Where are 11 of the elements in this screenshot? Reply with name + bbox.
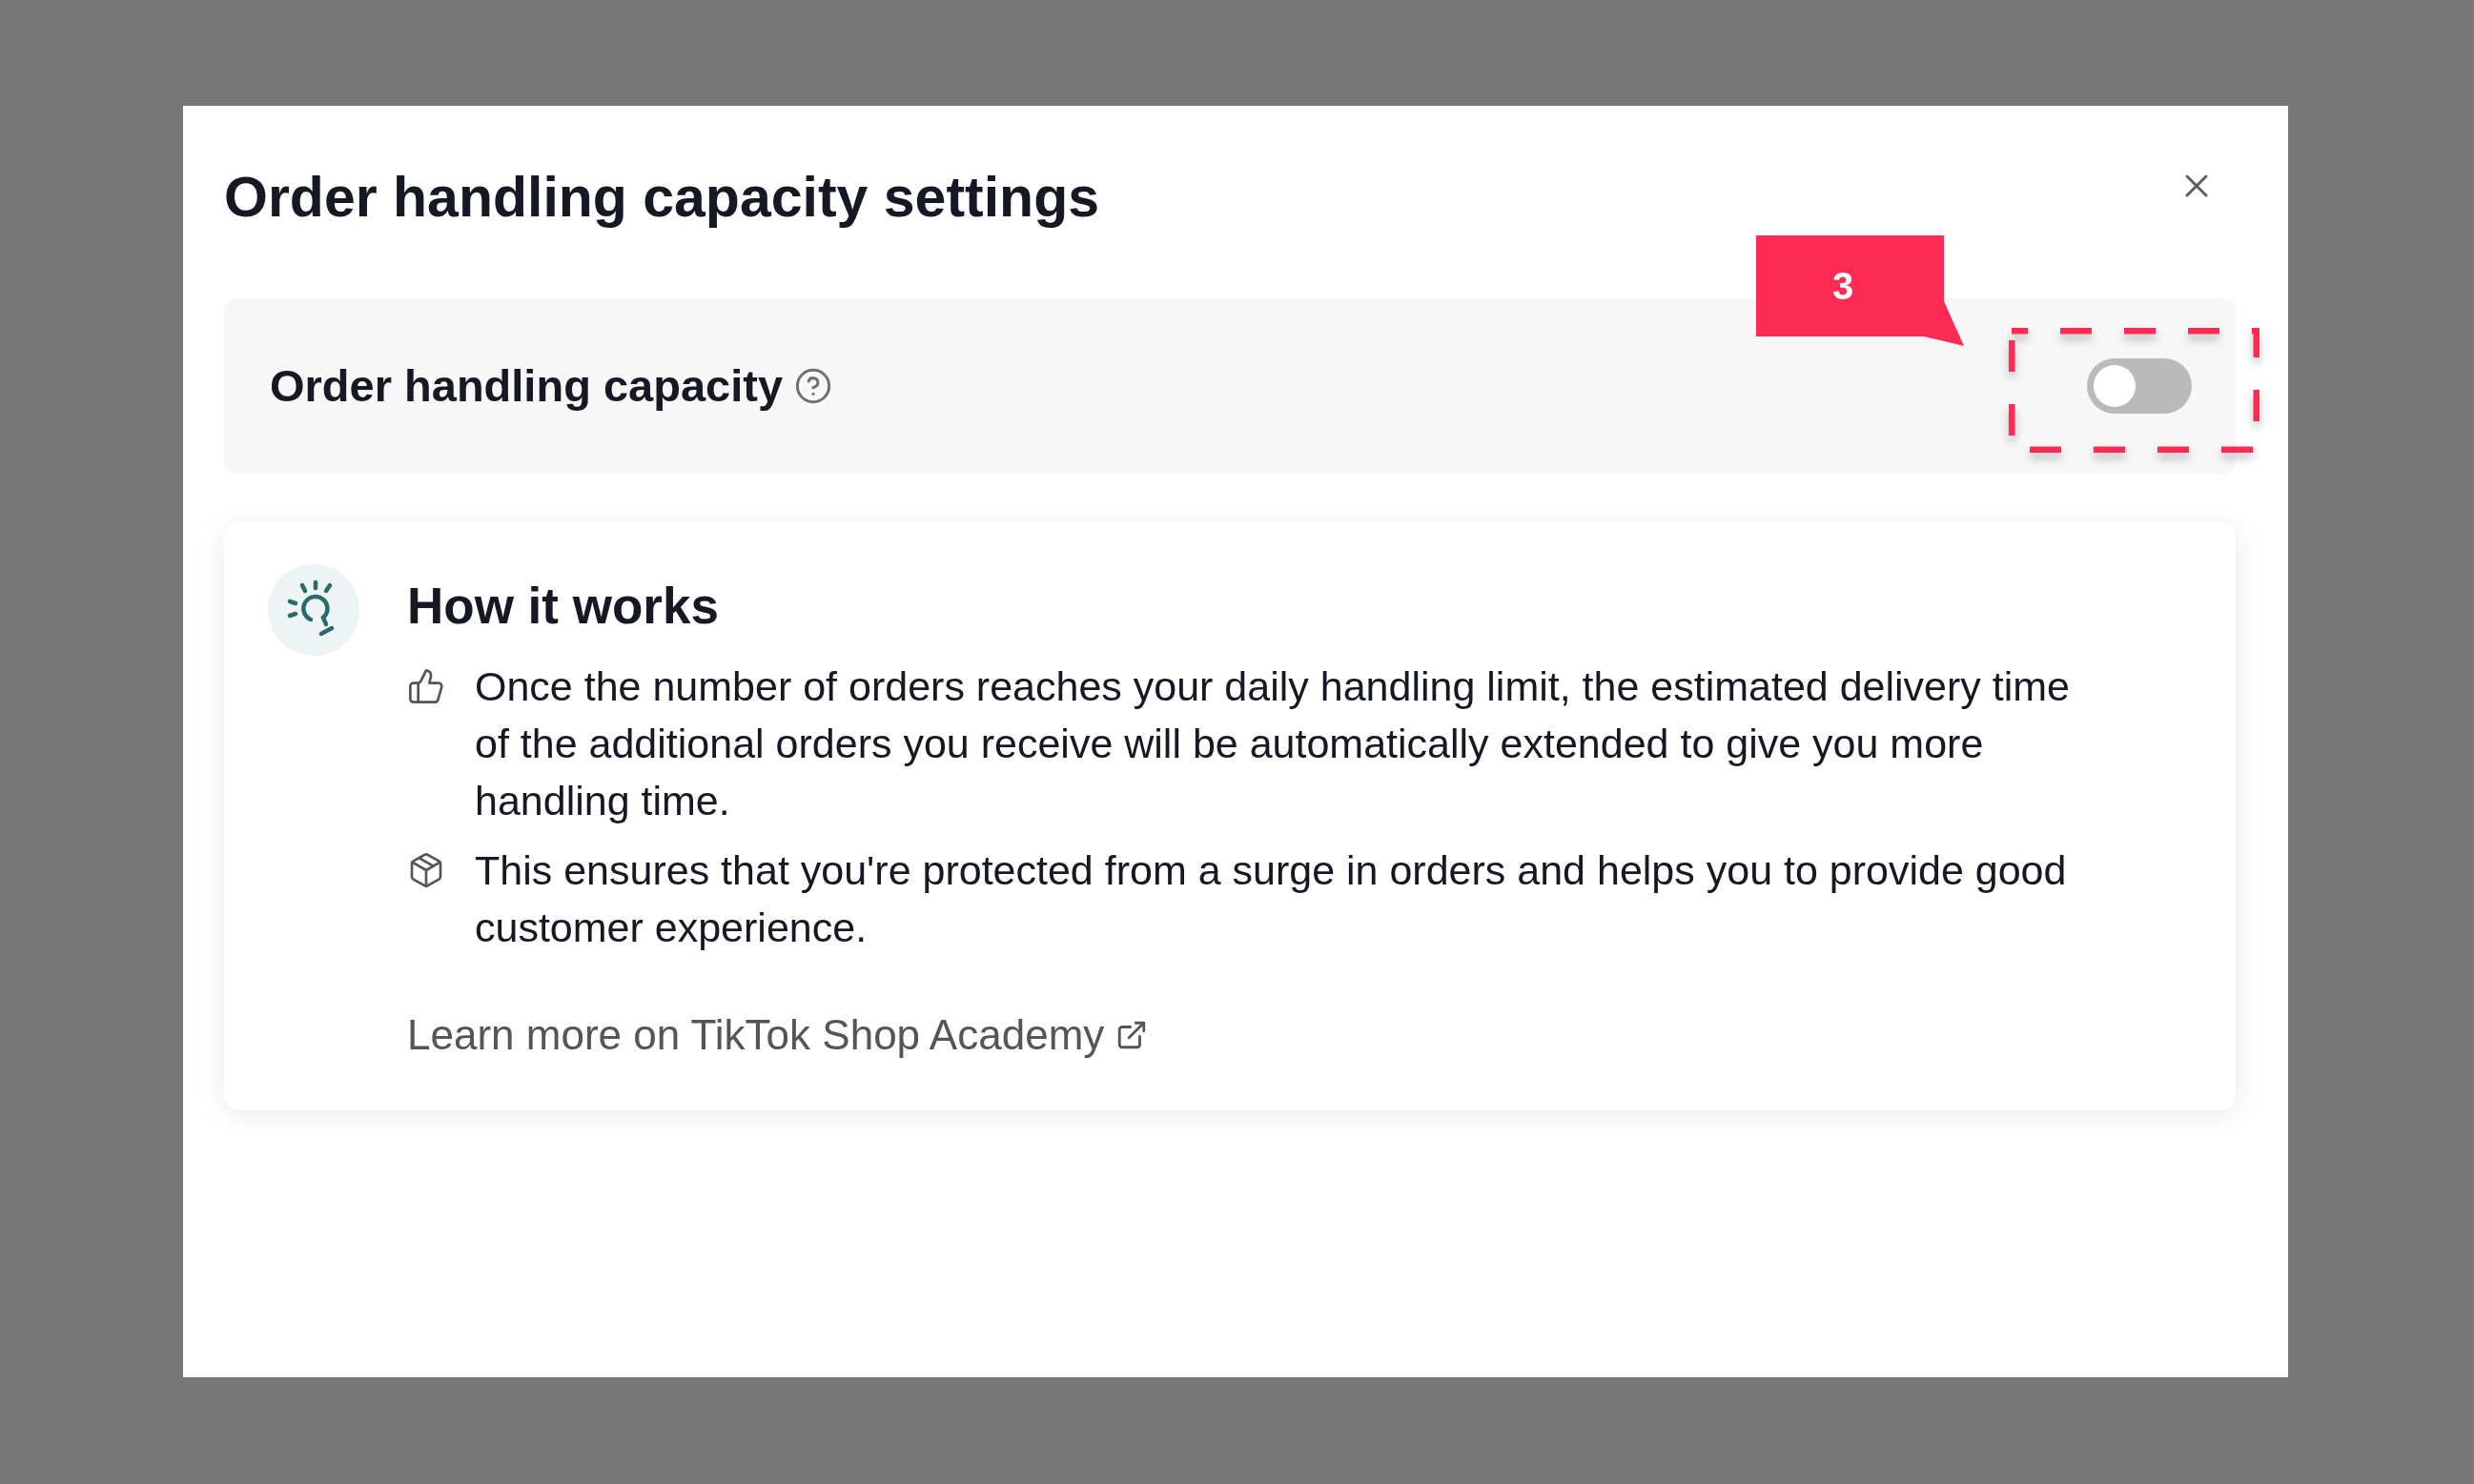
explanation-text: Once the number of orders reaches your daily handling limit, the estimated delivery time of the additional orders you receive will be automatically extended to give you more handling time. xyxy=(475,662,2072,825)
dialog-title: Order handling capacity settings xyxy=(224,165,1099,231)
academy-link[interactable]: Learn more on TikTok Shop Academy xyxy=(407,1006,1149,1064)
setting-label: Order handling capacity xyxy=(270,359,784,413)
explanation-text: This ensures that you're protected from a surge in orders and helps you to provide good customer experience. xyxy=(475,846,2068,952)
lightbulb-icon xyxy=(268,564,359,656)
step-callout: 3 xyxy=(1756,235,1964,346)
section-heading: How it works xyxy=(407,577,720,636)
thumbs-up-icon xyxy=(407,667,445,705)
toggle-switch[interactable] xyxy=(2087,358,2192,414)
help-icon[interactable] xyxy=(794,367,833,405)
